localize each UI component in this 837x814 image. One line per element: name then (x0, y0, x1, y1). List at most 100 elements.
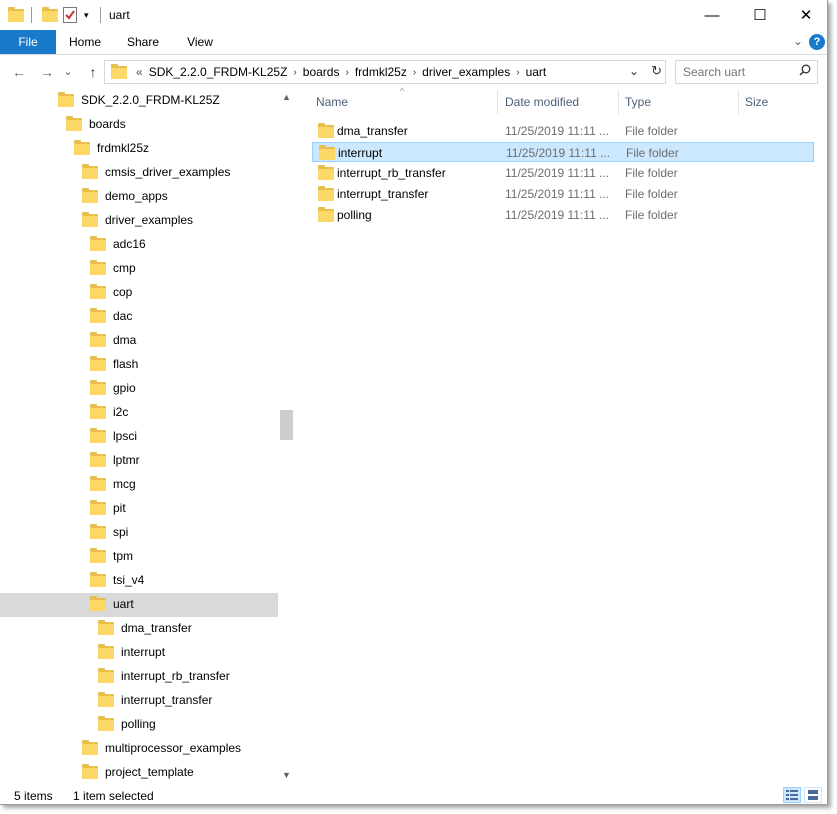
tree-item-interrupt[interactable]: interrupt (98, 640, 165, 664)
file-row[interactable]: interrupt 11/25/2019 11:11 ... File folder (312, 142, 814, 162)
tree-item-sdk-2-2-0-frdm-kl25z[interactable]: SDK_2.2.0_FRDM-KL25Z (58, 88, 220, 112)
minimize-button[interactable]: — (689, 0, 735, 30)
navigation-pane[interactable]: SDK_2.2.0_FRDM-KL25Zboards frdmkl25z cmsis… (0, 88, 295, 785)
tree-item-cmp[interactable]: cmp (90, 256, 136, 280)
tree-item-i2c[interactable]: i2c (90, 400, 128, 424)
column-header-type[interactable]: Type (625, 88, 651, 116)
folder-icon (90, 283, 106, 299)
tree-item-flash[interactable]: flash (90, 352, 138, 376)
recent-locations-chevron-icon[interactable]: ⌄ (61, 62, 75, 82)
tab-home[interactable]: Home (60, 30, 110, 54)
breadcrumb-boards[interactable]: boards (303, 65, 340, 79)
search-icon[interactable] (799, 64, 811, 79)
help-icon[interactable]: ? (809, 34, 825, 50)
tree-item-demo-apps[interactable]: demo_apps (82, 184, 168, 208)
folder-icon (82, 763, 98, 779)
scroll-down-arrow-icon[interactable]: ▼ (278, 770, 295, 780)
tab-share[interactable]: Share (118, 30, 168, 54)
tree-item-tsi-v4[interactable]: tsi_v4 (90, 568, 144, 592)
navigation-bar: ← → ⌄ ↑ « SDK_2.2.0_FRDM-KL25Z › boards … (0, 56, 827, 88)
column-separator[interactable] (738, 90, 739, 114)
tree-item-driver-examples[interactable]: driver_examples (82, 208, 193, 232)
item-count: 5 items (14, 789, 53, 803)
scroll-up-arrow-icon[interactable]: ▲ (278, 92, 295, 102)
new-folder-quick-icon[interactable] (42, 6, 58, 24)
tree-item-pit[interactable]: pit (90, 496, 126, 520)
address-bar[interactable]: « SDK_2.2.0_FRDM-KL25Z › boards › frdmkl… (104, 60, 666, 84)
tree-item-polling[interactable]: polling (98, 712, 156, 736)
tree-item-dma[interactable]: dma (90, 328, 136, 352)
breadcrumb-chevron-icon[interactable]: › (293, 67, 296, 78)
tree-item-project-template[interactable]: project_template (82, 760, 194, 784)
search-box[interactable] (675, 60, 818, 84)
tree-item-spi[interactable]: spi (90, 520, 128, 544)
tree-item-label: gpio (113, 381, 136, 395)
breadcrumb-chevron-icon[interactable]: › (413, 67, 416, 78)
folder-icon (90, 595, 106, 611)
tree-item-label: boards (89, 117, 126, 131)
explorer-window: ▾ uart — ☐ ✕ File Home Share View ⌄ ? ← … (0, 0, 828, 805)
breadcrumb-uart[interactable]: uart (526, 65, 547, 79)
refresh-icon[interactable]: ↻ (651, 63, 662, 79)
breadcrumb-driver-examples[interactable]: driver_examples (422, 65, 510, 79)
tree-item-interrupt-rb-transfer[interactable]: interrupt_rb_transfer (98, 664, 230, 688)
column-header-date-modified[interactable]: Date modified (505, 88, 579, 116)
tree-item-multiprocessor-examples[interactable]: multiprocessor_examples (82, 736, 241, 760)
file-name-cell: interrupt_transfer (337, 187, 429, 201)
tree-item-lptmr[interactable]: lptmr (90, 448, 140, 472)
properties-quick-icon[interactable] (63, 6, 77, 24)
file-row[interactable]: polling 11/25/2019 11:11 ... File folder (312, 205, 814, 225)
file-name-cell: interrupt_rb_transfer (337, 166, 446, 180)
breadcrumb-frdmkl25z[interactable]: frdmkl25z (355, 65, 407, 79)
tree-item-label: cmsis_driver_examples (105, 165, 231, 179)
column-header-size[interactable]: Size (745, 88, 768, 116)
breadcrumb-chevron-icon[interactable]: › (345, 67, 348, 78)
forward-button[interactable]: → (37, 62, 57, 82)
customize-toolbar-chevron-icon[interactable]: ▾ (84, 6, 89, 24)
column-separator[interactable] (618, 90, 619, 114)
tree-item-tpm[interactable]: tpm (90, 544, 133, 568)
app-folder-icon (8, 6, 24, 24)
tree-item-gpio[interactable]: gpio (90, 376, 136, 400)
search-input[interactable] (681, 61, 795, 83)
file-row[interactable]: dma_transfer 11/25/2019 11:11 ... File fol… (312, 121, 814, 141)
tree-scrollbar[interactable]: ▲ ▼ (278, 88, 295, 785)
tab-file[interactable]: File (0, 30, 56, 54)
address-dropdown-chevron-icon[interactable]: ⌄ (629, 64, 639, 78)
maximize-button[interactable]: ☐ (737, 0, 783, 30)
tree-item-frdmkl25z[interactable]: frdmkl25z (74, 136, 149, 160)
folder-icon (90, 547, 106, 563)
tree-item-label: demo_apps (105, 189, 168, 203)
tree-item-cop[interactable]: cop (90, 280, 132, 304)
tree-item-lpsci[interactable]: lpsci (90, 424, 137, 448)
breadcrumb-sdk[interactable]: SDK_2.2.0_FRDM-KL25Z (149, 65, 288, 79)
large-icons-view-button[interactable] (804, 787, 822, 803)
folder-icon (90, 475, 106, 491)
up-button[interactable]: ↑ (83, 62, 103, 82)
file-list[interactable]: ^ Name Date modified Type Size dma_trans… (306, 86, 818, 785)
file-row[interactable]: interrupt_transfer 11/25/2019 11:11 ... Fi… (312, 184, 814, 204)
back-button[interactable]: ← (9, 62, 29, 82)
tree-item-adc16[interactable]: adc16 (90, 232, 146, 256)
scrollbar-thumb[interactable] (280, 410, 293, 440)
file-row[interactable]: interrupt_rb_transfer 11/25/2019 11:11 ..… (312, 163, 814, 183)
tree-item-dma-transfer[interactable]: dma_transfer (98, 616, 192, 640)
tree-item-mcg[interactable]: mcg (90, 472, 136, 496)
tree-selection-highlight (0, 593, 278, 617)
column-header-name[interactable]: Name (316, 88, 348, 116)
tree-item-interrupt-transfer[interactable]: interrupt_transfer (98, 688, 212, 712)
folder-icon (90, 259, 106, 275)
tree-item-boards[interactable]: boards (66, 112, 126, 136)
selection-count: 1 item selected (73, 789, 154, 803)
close-button[interactable]: ✕ (783, 0, 829, 30)
tree-item-dac[interactable]: dac (90, 304, 132, 328)
column-separator[interactable] (497, 90, 498, 114)
tree-item-uart[interactable]: uart (90, 592, 134, 616)
tab-view[interactable]: View (175, 30, 225, 54)
tree-item-cmsis-driver-examples[interactable]: cmsis_driver_examples (82, 160, 230, 184)
breadcrumb-chevron-icon[interactable]: › (516, 67, 519, 78)
file-type-cell: File folder (625, 187, 678, 201)
details-view-button[interactable] (783, 787, 801, 803)
expand-ribbon-chevron-icon[interactable]: ⌄ (793, 34, 803, 48)
breadcrumb-overflow[interactable]: « (136, 65, 143, 79)
